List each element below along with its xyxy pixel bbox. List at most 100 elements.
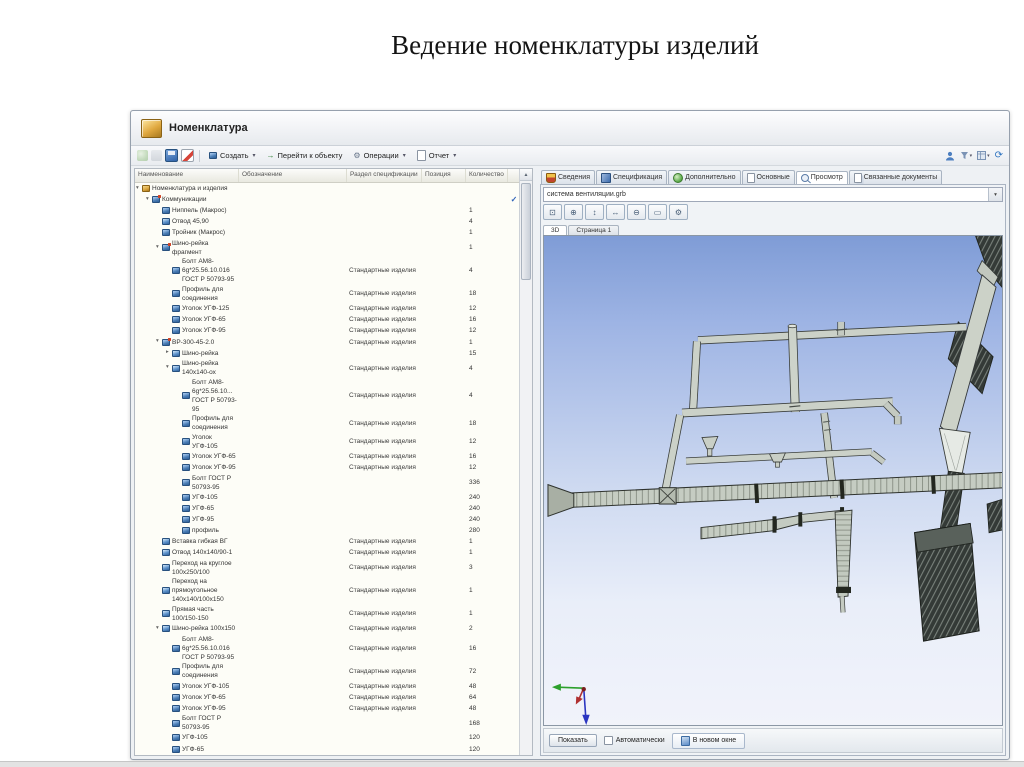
view-dropdown-icon[interactable]: ▾	[977, 151, 990, 160]
tree-row[interactable]: УГФ-95 240	[135, 514, 520, 525]
tree-row[interactable]: Отвод 45,90 4	[135, 216, 520, 227]
tree-scrollbar[interactable]: ▲	[519, 169, 532, 755]
quantity-cell: 4	[469, 267, 473, 275]
refresh-tool-icon[interactable]	[137, 150, 148, 161]
goto-object-button[interactable]: → Перейти к объекту	[263, 150, 347, 161]
tree-row[interactable]: ▸ Шино-рейка 15	[135, 348, 520, 359]
spec-section-cell: Стандартные изделия	[349, 682, 416, 690]
tree-row[interactable]: Отвод 140х140/90-1 Стандартные изделия 1	[135, 547, 520, 558]
zoom-out-icon[interactable]: ⊖	[627, 204, 646, 220]
filter-dropdown-icon[interactable]: ▾	[960, 151, 972, 160]
settings-icon[interactable]: ⚙	[669, 204, 688, 220]
new-window-icon[interactable]: ▭	[648, 204, 667, 220]
tree-row[interactable]: Болт ГОСТ Р 50793-95 336	[135, 473, 520, 492]
tree-row[interactable]: Переход на круглое 100х250/100 Стандартны…	[135, 558, 520, 577]
item-name-cell: Уголок УГФ-95	[135, 463, 239, 472]
create-button[interactable]: Создать	[205, 150, 260, 161]
tree-row[interactable]: Уголок УГФ-95 Стандартные изделия 12	[135, 325, 520, 336]
item-name: Шино-рейка 140х140-ох	[182, 360, 219, 377]
auto-checkbox-label: Автоматически	[603, 736, 665, 745]
tab-specification[interactable]: Спецификация	[595, 170, 668, 184]
tree-row[interactable]: Тройник (Макрос) 1	[135, 227, 520, 238]
tab-info[interactable]: Сведения	[541, 170, 595, 184]
tree-row[interactable]: УГФ-105 240	[135, 492, 520, 503]
column-header-quantity[interactable]: Количество	[466, 169, 508, 182]
tree-row[interactable]: Уголок УГФ-65 Стандартные изделия 64	[135, 692, 520, 703]
tree-column-headers: Наименование Обозначение Раздел специфик…	[135, 169, 520, 183]
tree-row[interactable]: Вставка гибкая ВГ Стандартные изделия 1	[135, 536, 520, 547]
tab-additional[interactable]: Дополнительно	[668, 170, 741, 184]
quantity-cell: 15	[469, 349, 477, 357]
tree-row[interactable]: Профиль для соединения Стандартные издели…	[135, 414, 520, 433]
tree-row[interactable]: Профиль для соединения Стандартные издели…	[135, 285, 520, 304]
fit-width-icon[interactable]: ↔	[606, 204, 625, 220]
print-icon[interactable]: ⊡	[543, 204, 562, 220]
tree-row[interactable]: ▾ Шино-рейка 140х140-ох Стандартные издели…	[135, 359, 520, 378]
delete-tool-icon[interactable]	[151, 150, 162, 161]
tree-row[interactable]: Болт ГОСТ Р 50793-95 168	[135, 714, 520, 733]
save-icon[interactable]	[165, 149, 178, 162]
tree-row[interactable]: Прямая часть 100/150-150 Стандартные изде…	[135, 605, 520, 624]
viewer-tab-3d[interactable]: 3D	[543, 225, 568, 235]
tree-row[interactable]: Уголок УГФ-95 Стандартные изделия 48	[135, 703, 520, 714]
tree-row[interactable]: Болт АМ8-6g*25.56.10.016 ГОСТ Р 50793-95…	[135, 257, 520, 285]
new-window-button[interactable]: В новом окне	[671, 732, 746, 749]
tree-row[interactable]: Болт АМ8-6g*25.56.10.016 ГОСТ Р 50793-95…	[135, 634, 520, 662]
tree-row[interactable]: Уголок УГФ-125 Стандартные изделия 12	[135, 303, 520, 314]
user-icon[interactable]	[945, 151, 955, 161]
file-combo[interactable]: система вентиляции.grb ▾	[543, 187, 1003, 202]
tree-row[interactable]: ▾ ВР-300-45-2.0 Стандартные изделия 1	[135, 337, 520, 348]
zoom-select-icon[interactable]: ⊕	[564, 204, 583, 220]
tree-row[interactable]: УГФ-65 120	[135, 743, 520, 754]
refresh-icon[interactable]: ⟳	[995, 150, 1003, 161]
part-cube-icon	[172, 693, 180, 701]
tab-label: Основные	[756, 174, 790, 181]
quantity-cell: 1	[469, 338, 473, 346]
tree-row[interactable]: УГФ-105 120	[135, 732, 520, 743]
3d-viewport[interactable]	[543, 235, 1003, 726]
slide-bottom-strip	[0, 761, 1024, 767]
spec-section-cell: Стандартные изделия	[349, 644, 416, 652]
combo-dropdown-icon[interactable]: ▾	[988, 188, 1002, 201]
tree-row[interactable]: ▾ Шино-рейка фрагмент 1	[135, 238, 520, 257]
tab-main[interactable]: Основные	[741, 170, 795, 184]
spec-section-cell: Стандартные изделия	[349, 290, 416, 298]
export-report-icon[interactable]	[181, 149, 194, 162]
tree-row[interactable]: ▾ Шино-рейка 100х150 Стандартные изделия 2	[135, 623, 520, 634]
tab-linked-documents[interactable]: Связанные документы	[848, 170, 943, 184]
tree-row[interactable]: Уголок УГФ-105 Стандартные изделия 12	[135, 433, 520, 452]
quantity-cell: 1	[469, 207, 473, 215]
tree-row[interactable]: Уголок УГФ-65 Стандартные изделия 16	[135, 451, 520, 462]
tree-row[interactable]: Переход на прямоугольное 140х140/100х150…	[135, 577, 520, 605]
report-button[interactable]: Отчет	[413, 149, 461, 162]
tree-row[interactable]: Профиль для соединения Стандартные издели…	[135, 662, 520, 681]
item-name-cell: Болт АМ8-6g*25.56.10.016 ГОСТ Р 50793-95	[135, 257, 239, 284]
operations-button[interactable]: ⚙ Операции	[349, 150, 409, 161]
column-header-spec-section[interactable]: Раздел спецификации	[347, 169, 422, 182]
part-cube-icon	[162, 218, 170, 226]
part-cube-icon	[172, 316, 180, 324]
column-header-name[interactable]: Наименование	[135, 169, 239, 182]
tree-row[interactable]: ▾ Номенклатура и изделия	[135, 183, 520, 194]
viewer-tab-page1[interactable]: Страница 1	[568, 225, 620, 235]
tree-row[interactable]: Уголок УГФ-65 Стандартные изделия 16	[135, 314, 520, 325]
tree-row[interactable]: УГФ-65 240	[135, 503, 520, 514]
tree-row[interactable]: Уголок УГФ-95 Стандартные изделия 12	[135, 462, 520, 473]
column-header-designation[interactable]: Обозначение	[239, 169, 347, 182]
auto-checkbox[interactable]	[603, 736, 613, 745]
tab-preview[interactable]: Просмотр	[795, 171, 848, 184]
show-button[interactable]: Показать	[549, 734, 597, 747]
tree-row[interactable]: профиль 280	[135, 525, 520, 536]
tree-row[interactable]: Ниппель (Макрос) 1	[135, 205, 520, 216]
detail-panel: Сведения Спецификация Дополнительно Основны…	[540, 168, 1006, 756]
tree-row[interactable]: ▾ Коммуникации ✓	[135, 194, 520, 205]
scroll-up-icon[interactable]: ▲	[520, 169, 532, 181]
fit-height-icon[interactable]: ↕	[585, 204, 604, 220]
tree-row[interactable]: Уголок УГФ-105 Стандартные изделия 48	[135, 681, 520, 692]
scrollbar-thumb[interactable]	[521, 183, 531, 280]
tree-row[interactable]: Болт АМ8-6g*25.56.10... ГОСТ Р 50793-95 С…	[135, 377, 520, 414]
viewer-toolbar: ⊡ ⊕ ↕ ↔ ⊖ ▭ ⚙	[543, 202, 1003, 222]
main-toolbar: Создать → Перейти к объекту ⚙ Операции О…	[131, 146, 1009, 166]
column-header-position[interactable]: Позиция	[422, 169, 466, 182]
item-name-cell: УГФ-105	[135, 733, 239, 742]
